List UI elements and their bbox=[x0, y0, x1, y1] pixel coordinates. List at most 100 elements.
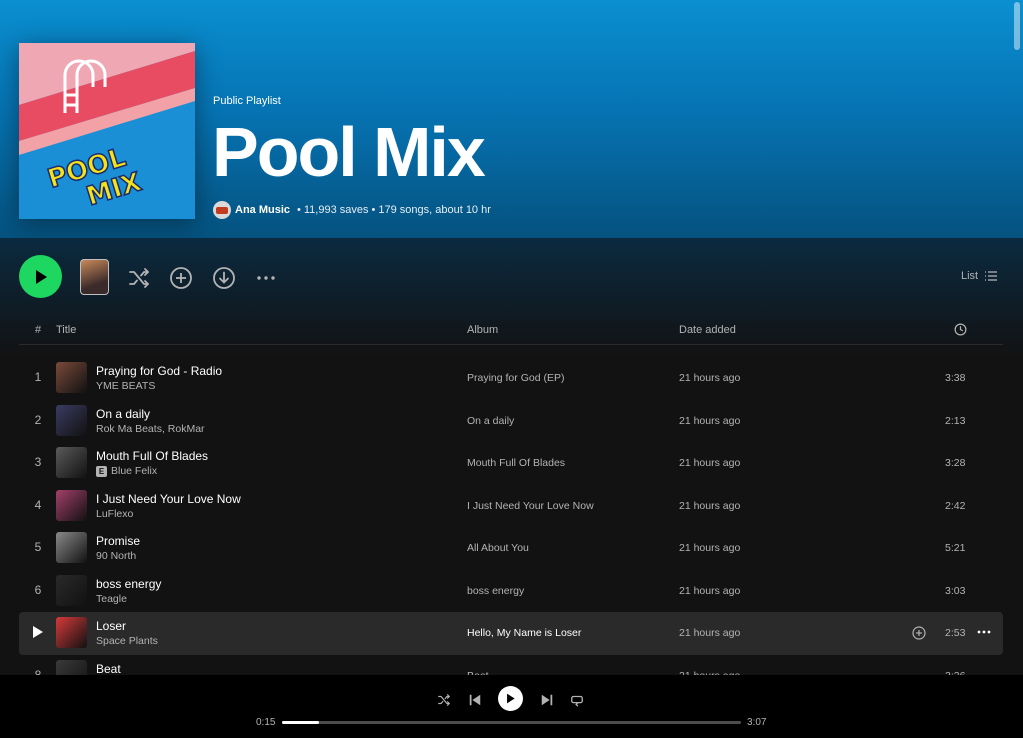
playlist-cover[interactable]: POOL MIX bbox=[19, 43, 195, 219]
repeat-button[interactable] bbox=[567, 690, 587, 710]
playlist-summary: 179 songs, about 10 hr bbox=[378, 204, 491, 216]
shuffle-button[interactable] bbox=[126, 265, 152, 291]
track-album[interactable]: Praying for God (EP) bbox=[467, 372, 564, 384]
previous-button[interactable] bbox=[465, 690, 485, 710]
artist-link[interactable]: Space Plants bbox=[96, 635, 158, 647]
add-to-library-button[interactable] bbox=[168, 265, 194, 291]
more-icon bbox=[257, 276, 275, 280]
total-time: 3:07 bbox=[747, 717, 767, 728]
track-duration: 3:28 bbox=[945, 457, 966, 469]
avatar[interactable] bbox=[213, 201, 231, 219]
skip-next-icon bbox=[541, 694, 553, 706]
track-number: 1 bbox=[34, 370, 42, 384]
album-art[interactable] bbox=[56, 532, 87, 563]
album-art[interactable] bbox=[56, 447, 87, 478]
track-table-header: # Title Album Date added bbox=[19, 318, 1003, 345]
playlist-type-label: Public Playlist bbox=[213, 95, 281, 107]
column-date-added[interactable]: Date added bbox=[679, 324, 736, 336]
column-duration[interactable] bbox=[954, 323, 967, 339]
track-artist[interactable]: Space Plants bbox=[96, 635, 158, 647]
track-artist[interactable]: E Blue Felix bbox=[96, 465, 157, 477]
player-shuffle-button[interactable] bbox=[434, 690, 454, 710]
track-artist[interactable]: 90 North bbox=[96, 550, 136, 562]
page-title: Pool Mix bbox=[212, 113, 486, 191]
album-art[interactable] bbox=[56, 404, 87, 436]
track-number: 3 bbox=[34, 455, 42, 469]
track-title[interactable]: Praying for God - Radio bbox=[96, 364, 222, 378]
download-icon bbox=[213, 267, 235, 289]
track-album[interactable]: On a daily bbox=[467, 415, 514, 427]
download-button[interactable] bbox=[211, 265, 237, 291]
clock-icon bbox=[954, 323, 967, 336]
separator: • bbox=[371, 204, 376, 216]
track-artist[interactable]: Rok Ma Beats, RokMar bbox=[96, 423, 205, 435]
view-label: List bbox=[961, 270, 979, 282]
track-duration: 3:03 bbox=[945, 584, 966, 597]
album-art[interactable] bbox=[56, 362, 87, 393]
more-icon[interactable] bbox=[976, 625, 992, 639]
table-row[interactable]: 3 Mouth Full Of Blades E Blue Felix Mouth Fu… bbox=[19, 442, 1003, 485]
saves-count: 11,993 saves bbox=[303, 204, 369, 216]
track-date-added: 21 hours ago bbox=[679, 414, 741, 427]
track-album[interactable]: All About You bbox=[467, 542, 529, 554]
playlist-meta: Ana Music • 11,993 saves • 179 songs, ab… bbox=[213, 200, 491, 220]
table-row[interactable]: Loser Space Plants Hello, My Name is Loser… bbox=[19, 612, 1003, 655]
track-artist[interactable]: YME BEATS bbox=[96, 380, 155, 392]
add-circle-icon bbox=[170, 267, 192, 289]
player-bar: 0:15 3:07 bbox=[0, 675, 1023, 738]
track-duration: 2:13 bbox=[945, 414, 966, 427]
track-number: 5 bbox=[34, 540, 42, 554]
table-row[interactable]: 6 boss energy Teagle boss energy 21 hours ag… bbox=[19, 570, 1003, 613]
more-options-button[interactable] bbox=[253, 265, 279, 291]
track-date-added: 21 hours ago bbox=[679, 584, 741, 597]
owner-link[interactable]: Ana Music bbox=[235, 204, 290, 216]
artist-link[interactable]: Rok Ma Beats, RokMar bbox=[96, 423, 205, 435]
scrollbar[interactable] bbox=[1014, 2, 1020, 50]
shuffle-icon bbox=[438, 694, 450, 706]
track-title[interactable]: Beat bbox=[96, 662, 121, 676]
add-circle-icon[interactable] bbox=[912, 626, 926, 640]
track-artist[interactable]: Teagle bbox=[96, 593, 127, 605]
track-date-added: 21 hours ago bbox=[679, 372, 741, 384]
track-album[interactable]: I Just Need Your Love Now bbox=[467, 500, 594, 512]
explicit-badge: E bbox=[96, 465, 107, 477]
track-date-added: 21 hours ago bbox=[679, 627, 741, 639]
track-title[interactable]: I Just Need Your Love Now bbox=[96, 492, 241, 506]
track-number: 4 bbox=[34, 497, 42, 512]
playlist-header: POOL MIX Public Playlist Pool Mix Ana Mu… bbox=[0, 0, 1023, 238]
track-title[interactable]: Promise bbox=[96, 534, 140, 548]
track-title[interactable]: boss energy bbox=[96, 577, 161, 591]
table-row[interactable]: 5 Promise 90 North All About You 21 hours ag… bbox=[19, 527, 1003, 570]
album-art[interactable] bbox=[56, 617, 87, 648]
column-title[interactable]: Title bbox=[56, 324, 76, 336]
artist-link[interactable]: Blue Felix bbox=[111, 465, 157, 477]
preview-thumbnail[interactable] bbox=[80, 259, 109, 295]
view-toggle[interactable]: List bbox=[961, 269, 998, 283]
album-art[interactable] bbox=[56, 489, 87, 521]
play-icon[interactable] bbox=[33, 626, 43, 638]
artist-link[interactable]: LuFlexo bbox=[96, 508, 133, 520]
progress-bar[interactable] bbox=[282, 721, 741, 724]
play-button[interactable] bbox=[19, 255, 62, 298]
track-title[interactable]: Loser bbox=[96, 619, 126, 633]
player-play-button[interactable] bbox=[498, 686, 523, 711]
artist-link[interactable]: Teagle bbox=[96, 593, 127, 605]
track-artist[interactable]: LuFlexo bbox=[96, 508, 133, 520]
track-title[interactable]: On a daily bbox=[96, 407, 150, 421]
artist-link[interactable]: YME BEATS bbox=[96, 380, 155, 392]
track-album[interactable]: Mouth Full Of Blades bbox=[467, 457, 565, 469]
column-number: # bbox=[35, 324, 42, 336]
table-row[interactable]: 1 Praying for God - Radio YME BEATS Praying… bbox=[19, 357, 1003, 400]
next-button[interactable] bbox=[537, 690, 557, 710]
track-list: 1 Praying for God - Radio YME BEATS Praying… bbox=[19, 357, 1003, 697]
column-album[interactable]: Album bbox=[467, 324, 498, 336]
table-row[interactable]: 4 I Just Need Your Love Now LuFlexo I Just … bbox=[19, 485, 1003, 528]
track-album[interactable]: boss energy bbox=[467, 585, 524, 597]
track-album[interactable]: Hello, My Name is Loser bbox=[467, 627, 581, 639]
artist-link[interactable]: 90 North bbox=[96, 550, 136, 562]
table-row[interactable]: 2 On a daily Rok Ma Beats, RokMar On a dail… bbox=[19, 400, 1003, 443]
track-title[interactable]: Mouth Full Of Blades bbox=[96, 449, 208, 463]
album-art[interactable] bbox=[56, 574, 87, 606]
track-duration: 3:38 bbox=[945, 372, 966, 384]
track-number: 6 bbox=[34, 582, 42, 597]
